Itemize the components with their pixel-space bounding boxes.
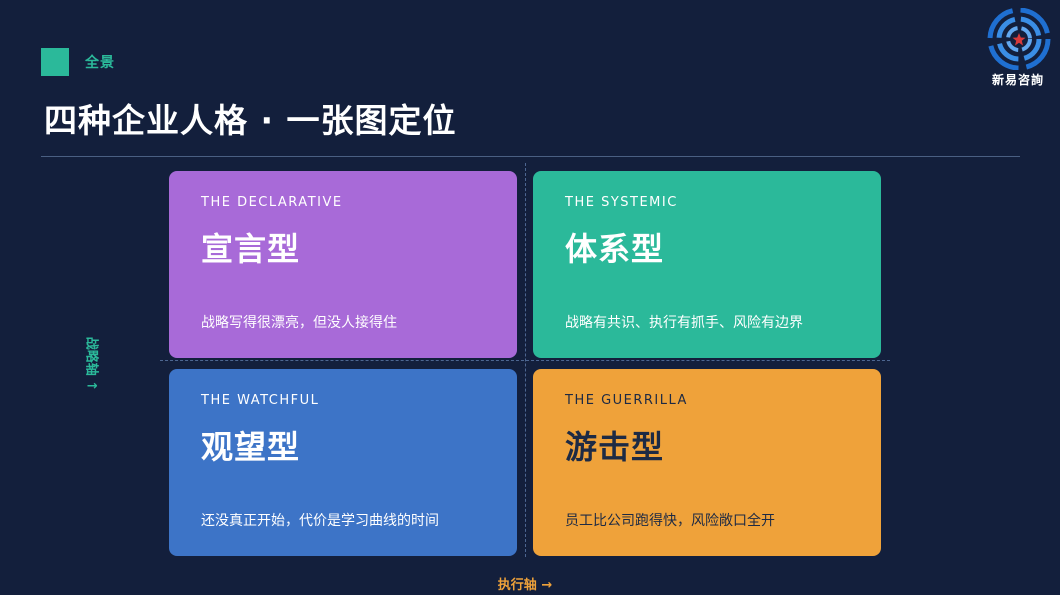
quadrant-declarative: THE DECLARATIVE 宣言型 战略写得很漂亮，但没人接得住 [169, 171, 517, 358]
quadrant-eyebrow: THE WATCHFUL [201, 393, 320, 408]
quadrant-systemic: THE SYSTEMIC 体系型 战略有共识、执行有抓手、风险有边界 [533, 171, 881, 358]
quadrant-description: 员工比公司跑得快，风险敞口全开 [565, 513, 775, 529]
quadrant-description: 战略有共识、执行有抓手、风险有边界 [565, 315, 803, 331]
quadrant-description: 还没真正开始，代价是学习曲线的时间 [201, 513, 439, 529]
quadrant-eyebrow: THE GUERRILLA [565, 393, 688, 408]
quadrant-guerrilla: THE GUERRILLA 游击型 员工比公司跑得快，风险敞口全开 [533, 369, 881, 556]
quadrant-title: 游击型 [565, 428, 665, 466]
quadrant-watchful: THE WATCHFUL 观望型 还没真正开始，代价是学习曲线的时间 [169, 369, 517, 556]
quadrant-description: 战略写得很漂亮，但没人接得住 [201, 315, 397, 331]
title-divider [41, 156, 1020, 157]
execution-axis-label: 执行轴 → [497, 578, 553, 593]
section-marker-square [41, 48, 69, 76]
section-label: 全景 [85, 55, 115, 71]
quadrant-title: 体系型 [565, 230, 665, 268]
horizontal-axis-line [160, 360, 890, 361]
quadrant-eyebrow: THE SYSTEMIC [565, 195, 678, 210]
strategy-axis-label: 战略轴 ↑ [83, 336, 99, 392]
company-logo: 新易咨詢 [982, 8, 1056, 92]
swirl-logo-icon [987, 8, 1051, 70]
quadrant-eyebrow: THE DECLARATIVE [201, 195, 343, 210]
page-title: 四种企业人格 · 一张图定位 [44, 101, 457, 140]
quadrant-title: 观望型 [201, 428, 301, 466]
logo-text: 新易咨詢 [991, 73, 1044, 87]
quadrant-title: 宣言型 [201, 230, 301, 268]
